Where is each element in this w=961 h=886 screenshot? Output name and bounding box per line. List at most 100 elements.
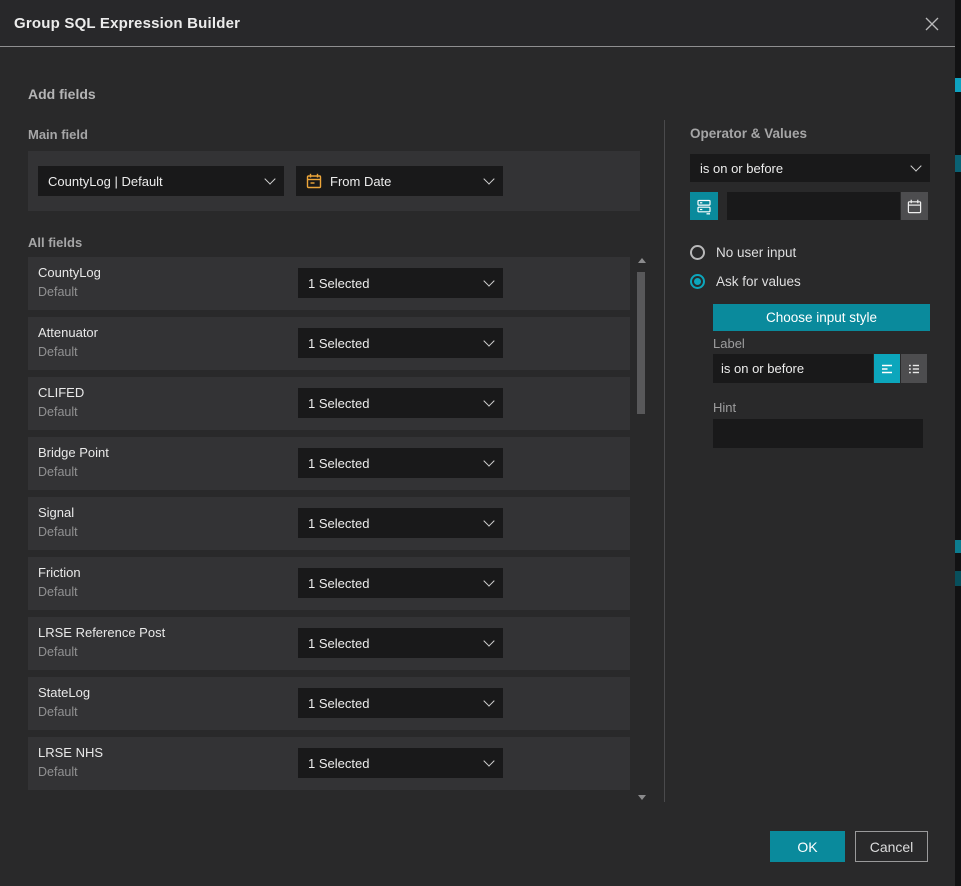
field-type: Default (38, 645, 78, 659)
text-input-style-button[interactable] (874, 354, 900, 383)
field-values-select[interactable]: 1 Selected (298, 388, 503, 418)
all-fields-label: All fields (28, 235, 82, 250)
main-field-source-value: CountyLog | Default (48, 174, 266, 189)
field-values-selected: 1 Selected (308, 456, 485, 471)
value-input[interactable] (727, 192, 900, 220)
field-values-selected: 1 Selected (308, 396, 485, 411)
chevron-down-icon (483, 173, 494, 184)
date-field-calendar-icon (306, 173, 322, 189)
main-field-date-select[interactable]: From Date (296, 166, 503, 196)
cancel-button[interactable]: Cancel (855, 831, 928, 862)
field-values-select[interactable]: 1 Selected (298, 328, 503, 358)
chevron-down-icon (483, 635, 494, 646)
choose-input-style-button[interactable]: Choose input style (713, 304, 930, 331)
field-values-select[interactable]: 1 Selected (298, 688, 503, 718)
ask-for-values-radio[interactable] (690, 274, 705, 289)
field-type: Default (38, 465, 78, 479)
add-fields-heading: Add fields (28, 86, 96, 102)
edge-accent-segment (955, 78, 961, 92)
field-row-bridge-point: Bridge Point Default 1 Selected (28, 437, 630, 490)
dialog-title: Group SQL Expression Builder (14, 15, 240, 32)
label-field-label: Label (713, 336, 745, 351)
chevron-down-icon (483, 395, 494, 406)
field-type: Default (38, 285, 78, 299)
field-values-selected: 1 Selected (308, 696, 485, 711)
field-row-countylog: CountyLog Default 1 Selected (28, 257, 630, 310)
date-picker-button[interactable] (901, 192, 928, 220)
no-user-input-radio[interactable] (690, 245, 705, 260)
edge-accent-segment (955, 571, 961, 586)
edge-accent-segment (955, 540, 961, 553)
list-input-style-button[interactable] (901, 354, 927, 383)
all-fields-scrollbar[interactable] (635, 256, 648, 802)
ask-for-values-label: Ask for values (716, 274, 801, 289)
chevron-down-icon (483, 455, 494, 466)
field-type: Default (38, 585, 78, 599)
field-name: Bridge Point (38, 445, 109, 460)
field-values-select[interactable]: 1 Selected (298, 268, 503, 298)
group-sql-expression-builder-dialog: Group SQL Expression Builder Add fields … (0, 0, 955, 886)
field-type: Default (38, 525, 78, 539)
field-values-selected: 1 Selected (308, 276, 485, 291)
scroll-up-arrow-icon[interactable] (638, 258, 646, 263)
field-values-select[interactable]: 1 Selected (298, 748, 503, 778)
unique-values-button[interactable] (690, 192, 718, 220)
ok-button[interactable]: OK (770, 831, 845, 862)
field-type: Default (38, 345, 78, 359)
panel-divider (664, 120, 665, 802)
label-input[interactable] (713, 354, 873, 383)
field-values-select[interactable]: 1 Selected (298, 508, 503, 538)
field-name: Signal (38, 505, 74, 520)
field-row-friction: Friction Default 1 Selected (28, 557, 630, 610)
field-values-selected: 1 Selected (308, 636, 485, 651)
close-button[interactable] (921, 13, 943, 35)
operator-values-heading: Operator & Values (690, 126, 807, 141)
align-left-icon (879, 361, 895, 377)
field-values-selected: 1 Selected (308, 516, 485, 531)
dialog-header: Group SQL Expression Builder (0, 0, 955, 47)
close-icon (924, 16, 940, 32)
operator-select[interactable]: is on or before (690, 154, 930, 182)
hint-input[interactable] (713, 419, 923, 448)
calendar-icon (907, 199, 922, 214)
chevron-down-icon (483, 335, 494, 346)
chevron-down-icon (483, 755, 494, 766)
field-values-selected: 1 Selected (308, 336, 485, 351)
field-values-selected: 1 Selected (308, 576, 485, 591)
field-name: CLIFED (38, 385, 84, 400)
field-type: Default (38, 405, 78, 419)
chevron-down-icon (483, 275, 494, 286)
no-user-input-label: No user input (716, 245, 796, 260)
field-row-lrse-reference-post: LRSE Reference Post Default 1 Selected (28, 617, 630, 670)
field-row-statelog: StateLog Default 1 Selected (28, 677, 630, 730)
field-name: CountyLog (38, 265, 101, 280)
scrollbar-thumb[interactable] (637, 272, 645, 414)
background-edge-strip (955, 0, 961, 886)
field-row-clifed: CLIFED Default 1 Selected (28, 377, 630, 430)
main-field-date-value: From Date (330, 174, 485, 189)
chevron-down-icon (910, 160, 921, 171)
chevron-down-icon (483, 695, 494, 706)
chevron-down-icon (264, 173, 275, 184)
field-row-attenuator: Attenuator Default 1 Selected (28, 317, 630, 370)
chevron-down-icon (483, 575, 494, 586)
hint-field-label: Hint (713, 400, 736, 415)
field-type: Default (38, 765, 78, 779)
field-values-selected: 1 Selected (308, 756, 485, 771)
field-type: Default (38, 705, 78, 719)
field-values-select[interactable]: 1 Selected (298, 628, 503, 658)
main-field-panel: CountyLog | Default From Date (28, 151, 640, 211)
scroll-down-arrow-icon[interactable] (638, 795, 646, 800)
stacked-values-icon (696, 198, 713, 215)
field-values-select[interactable]: 1 Selected (298, 448, 503, 478)
field-row-signal: Signal Default 1 Selected (28, 497, 630, 550)
field-name: StateLog (38, 685, 90, 700)
field-name: LRSE NHS (38, 745, 103, 760)
field-values-select[interactable]: 1 Selected (298, 568, 503, 598)
main-field-source-select[interactable]: CountyLog | Default (38, 166, 284, 196)
main-field-label: Main field (28, 127, 88, 142)
operator-value: is on or before (700, 161, 912, 176)
field-name: LRSE Reference Post (38, 625, 165, 640)
chevron-down-icon (483, 515, 494, 526)
field-row-lrse-nhs: LRSE NHS Default 1 Selected (28, 737, 630, 790)
